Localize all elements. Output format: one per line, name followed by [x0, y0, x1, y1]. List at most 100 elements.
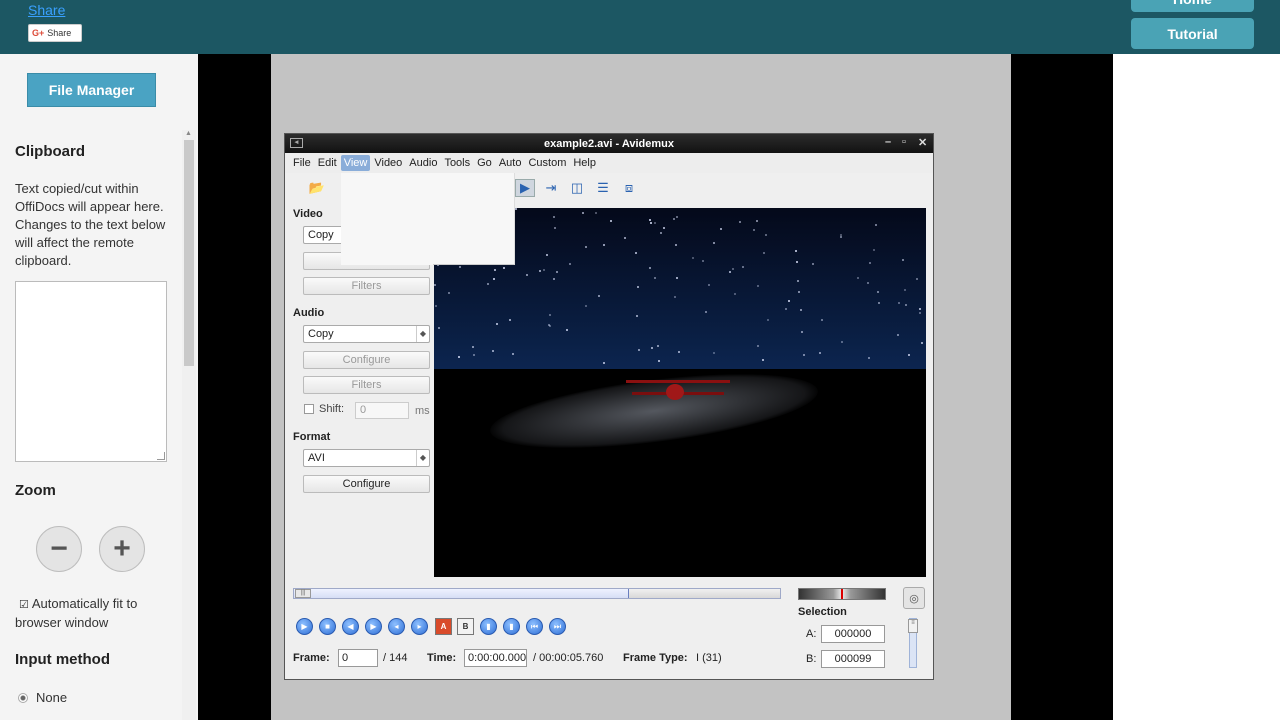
star: [582, 212, 584, 214]
shift-unit: ms: [415, 405, 430, 417]
clipboard-textarea[interactable]: [15, 281, 167, 462]
star: [720, 228, 722, 230]
star: [654, 222, 656, 224]
star: [757, 285, 759, 287]
shift-checkbox[interactable]: [304, 404, 314, 414]
marker-a-icon[interactable]: A: [435, 618, 452, 635]
star: [556, 271, 558, 273]
selection-b-label: B:: [806, 653, 817, 665]
chevron-updown-icon: ◆: [416, 326, 429, 342]
home-button[interactable]: Home: [1131, 0, 1254, 12]
selection-tool-icon[interactable]: ◎: [903, 587, 925, 609]
star: [904, 289, 906, 291]
window-titlebar[interactable]: ◂ example2.avi - Avidemux – ▫ ✕: [285, 134, 933, 153]
star: [873, 249, 875, 251]
close-icon[interactable]: ✕: [918, 136, 927, 149]
star: [757, 345, 759, 347]
menu-help[interactable]: Help: [570, 155, 599, 171]
menu-custom[interactable]: Custom: [525, 155, 569, 171]
rewind-icon[interactable]: ◀: [342, 618, 359, 635]
menu-edit[interactable]: Edit: [315, 155, 340, 171]
star: [675, 244, 677, 246]
next-frame-icon[interactable]: ▸: [411, 618, 428, 635]
menu-tools[interactable]: Tools: [441, 155, 473, 171]
time-input[interactable]: 0:00:00.000: [464, 649, 527, 667]
frame-input[interactable]: 0: [338, 649, 378, 667]
stop-icon[interactable]: ■: [319, 618, 336, 635]
star: [638, 349, 640, 351]
audio-filters-button[interactable]: Filters: [303, 376, 430, 394]
share-link[interactable]: Share: [28, 2, 65, 18]
star: [803, 354, 805, 356]
menu-bar: File Edit View Video Audio Tools Go Auto…: [285, 153, 933, 173]
volume-slider-thumb[interactable]: ≡: [908, 619, 918, 633]
split-vertical-icon[interactable]: ◫: [567, 179, 587, 197]
gplus-share-label: Share: [47, 28, 72, 38]
zoom-out-button[interactable]: −: [36, 526, 82, 572]
prev-frame-icon[interactable]: ◂: [388, 618, 405, 635]
star: [798, 291, 800, 293]
shift-spinbox[interactable]: 0: [355, 402, 409, 419]
autofit-checkbox[interactable]: ☑: [19, 596, 29, 614]
input-method-none-option[interactable]: None: [18, 690, 67, 705]
sidebar-scrollbar[interactable]: ▲: [182, 130, 196, 720]
fullscreen-icon[interactable]: ⧈: [619, 179, 639, 197]
output-preview-icon[interactable]: ▶: [515, 179, 535, 197]
file-manager-button[interactable]: File Manager: [27, 73, 156, 107]
star: [566, 329, 568, 331]
audio-configure-button[interactable]: Configure: [303, 351, 430, 369]
video-filters-button[interactable]: Filters: [303, 277, 430, 295]
marker-b-icon[interactable]: B: [457, 618, 474, 635]
timeline-thumb[interactable]: |||: [295, 589, 311, 598]
play-icon[interactable]: ▶: [296, 618, 313, 635]
gplus-share-button[interactable]: G+ Share: [28, 24, 82, 42]
resize-grip-icon[interactable]: [157, 452, 165, 460]
open-file-icon[interactable]: 📂: [307, 179, 327, 197]
menu-video[interactable]: Video: [371, 155, 405, 171]
autofit-option[interactable]: ☑ Automatically fit to browser window: [15, 595, 175, 632]
selection-a-field[interactable]: 000000: [821, 625, 885, 643]
app-menu-icon[interactable]: ◂: [290, 138, 303, 148]
view-menu-dropdown[interactable]: [341, 173, 515, 265]
star: [546, 254, 548, 256]
clipboard-heading: Clipboard: [15, 143, 85, 160]
star: [702, 260, 704, 262]
preview-mode-icon[interactable]: ⇥: [541, 179, 561, 197]
star: [492, 350, 494, 352]
goto-start-icon[interactable]: ⏮: [526, 618, 543, 635]
split-horizontal-icon[interactable]: ☰: [593, 179, 613, 197]
next-black-icon[interactable]: ▮: [503, 618, 520, 635]
format-configure-button[interactable]: Configure: [303, 475, 430, 493]
star: [494, 269, 496, 271]
radio-icon[interactable]: [18, 692, 28, 703]
forward-icon[interactable]: ▶: [365, 618, 382, 635]
scroll-up-icon[interactable]: ▲: [185, 130, 192, 137]
menu-go[interactable]: Go: [474, 155, 495, 171]
menu-view[interactable]: View: [340, 155, 371, 171]
star: [800, 309, 802, 311]
star: [877, 291, 879, 293]
star: [650, 222, 652, 224]
format-select[interactable]: AVI ◆: [303, 449, 430, 467]
prev-black-icon[interactable]: ▮: [480, 618, 497, 635]
tutorial-button[interactable]: Tutorial: [1131, 18, 1254, 49]
star: [898, 302, 900, 304]
star: [678, 351, 680, 353]
star: [459, 266, 461, 268]
timeline-slider[interactable]: |||: [293, 588, 781, 599]
goto-end-icon[interactable]: ⏭: [549, 618, 566, 635]
star: [473, 354, 475, 356]
star: [637, 286, 639, 288]
menu-file[interactable]: File: [290, 155, 314, 171]
menu-auto[interactable]: Auto: [496, 155, 525, 171]
selection-b-field[interactable]: 000099: [821, 650, 885, 668]
audio-codec-select[interactable]: Copy ◆: [303, 325, 430, 343]
scrollbar-thumb[interactable]: [184, 140, 194, 366]
maximize-icon[interactable]: ▫: [902, 136, 906, 148]
zoom-in-button[interactable]: +: [99, 526, 145, 572]
star: [487, 283, 489, 285]
shift-option[interactable]: Shift:: [304, 403, 344, 415]
minimize-icon[interactable]: –: [885, 136, 891, 148]
volume-slider[interactable]: ≡: [908, 618, 918, 668]
menu-audio[interactable]: Audio: [406, 155, 440, 171]
